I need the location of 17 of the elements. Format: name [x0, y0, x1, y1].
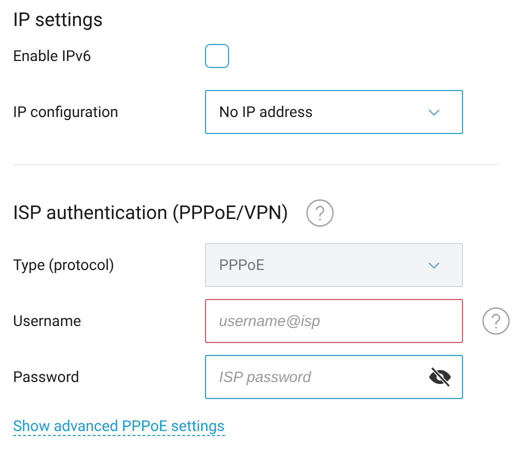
field-label: Password: [13, 368, 80, 386]
username-field[interactable]: username@isp: [205, 299, 463, 343]
chevron-down-icon: [428, 108, 440, 116]
advanced-settings-link[interactable]: Show advanced PPPoE settings: [13, 417, 225, 436]
chevron-down-icon: [428, 262, 440, 268]
password-field[interactable]: ISP password: [205, 355, 463, 399]
field-label: Type (protocol): [13, 256, 116, 274]
checkbox[interactable]: [205, 44, 229, 68]
field-label: Username: [13, 312, 82, 330]
eye-slash-icon[interactable]: [428, 367, 452, 387]
help-icon[interactable]: [306, 199, 334, 227]
help-icon[interactable]: [482, 307, 510, 335]
field-label: Enable IPv6: [13, 47, 92, 65]
section-title: ISP authentication (PPPoE/VPN): [13, 201, 288, 225]
section-title: IP settings: [13, 8, 103, 32]
select-field[interactable]: No IP address: [205, 90, 463, 134]
field-label: IP configuration: [13, 103, 120, 121]
